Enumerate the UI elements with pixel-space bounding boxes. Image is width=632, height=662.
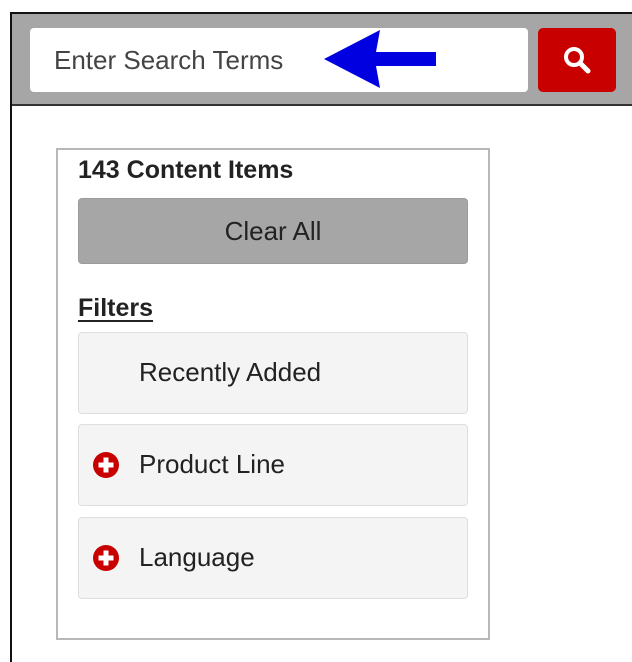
filter-label: Language bbox=[139, 542, 255, 572]
clear-all-button[interactable]: Clear All bbox=[78, 198, 468, 264]
filter-label: Product Line bbox=[139, 449, 285, 479]
search-icon bbox=[564, 47, 591, 74]
plus-circle-icon bbox=[93, 452, 119, 478]
search-input[interactable] bbox=[30, 28, 528, 92]
filter-product-line[interactable]: Product Line bbox=[78, 424, 468, 506]
filter-language[interactable]: Language bbox=[78, 517, 468, 599]
filter-recently-added[interactable]: Recently Added bbox=[78, 332, 468, 414]
filter-panel: 143 Content Items Clear All Filters Rece… bbox=[56, 148, 490, 640]
search-button[interactable] bbox=[538, 28, 616, 92]
filters-heading: Filters bbox=[78, 294, 154, 322]
content-item-count: 143 Content Items bbox=[78, 156, 294, 184]
filter-label: Recently Added bbox=[139, 357, 322, 387]
plus-circle-icon bbox=[93, 545, 119, 571]
arrow-left-icon bbox=[324, 30, 436, 88]
app-frame: 143 Content Items Clear All Filters Rece… bbox=[10, 12, 632, 662]
search-bar bbox=[12, 14, 632, 106]
